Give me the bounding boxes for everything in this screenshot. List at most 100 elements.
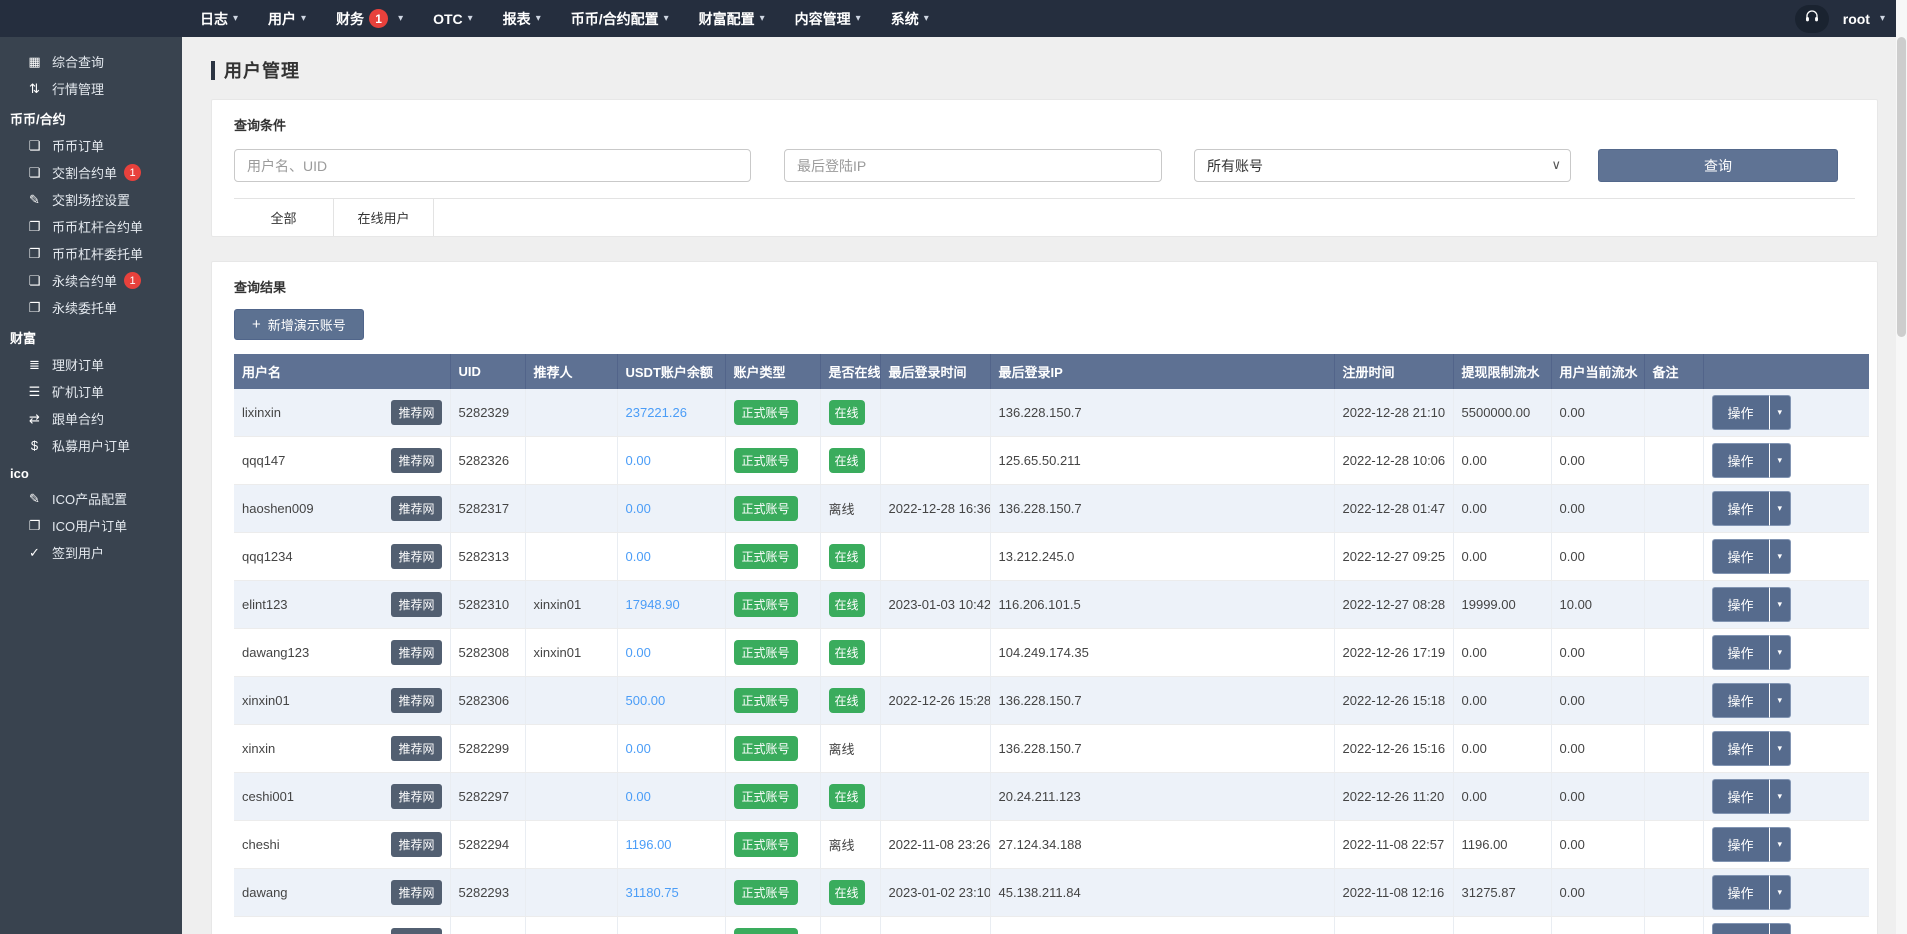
sidebar-item-label: 矿机订单 bbox=[52, 382, 104, 401]
action-button[interactable]: 操作 bbox=[1712, 587, 1769, 622]
balance-link[interactable]: 0.00 bbox=[626, 549, 651, 564]
sidebar-item[interactable]: ❏ 币币订单 bbox=[0, 132, 182, 159]
navbar-item[interactable]: 系统 ▾ bbox=[891, 9, 929, 29]
user-menu[interactable]: root ▾ bbox=[1843, 11, 1885, 27]
query-panel-title: 查询条件 bbox=[234, 115, 1855, 134]
sidebar-item[interactable]: ≣ 理财订单 bbox=[0, 351, 182, 378]
sidebar-item[interactable]: ▦ 综合查询 bbox=[0, 48, 182, 75]
sidebar-item[interactable]: ❏ 交割合约单 1 bbox=[0, 159, 182, 186]
action-button[interactable]: 操作 bbox=[1712, 827, 1769, 862]
action-dropdown-button[interactable]: ▾ bbox=[1769, 587, 1792, 622]
search-button[interactable]: 查询 bbox=[1598, 149, 1838, 182]
action-button[interactable]: 操作 bbox=[1712, 779, 1769, 814]
action-button[interactable]: 操作 bbox=[1712, 683, 1769, 718]
sidebar-item[interactable]: ⇄ 跟单合约 bbox=[0, 405, 182, 432]
sidebar-item[interactable]: $ 私募用户订单 bbox=[0, 432, 182, 459]
balance-link[interactable]: 0.00 bbox=[626, 741, 651, 756]
referral-badge[interactable]: 推荐网 bbox=[391, 688, 441, 713]
action-dropdown-button[interactable]: ▾ bbox=[1769, 875, 1792, 910]
referral-badge[interactable]: 推荐网 bbox=[391, 496, 441, 521]
referral-badge[interactable]: 推荐网 bbox=[391, 400, 441, 425]
action-dropdown-button[interactable]: ▾ bbox=[1769, 443, 1792, 478]
balance-link[interactable]: 1196.00 bbox=[626, 837, 672, 852]
sidebar-item[interactable]: ❐ 永续委托单 bbox=[0, 294, 182, 321]
navbar-item[interactable]: 内容管理 ▾ bbox=[795, 9, 861, 29]
sidebar-item[interactable]: ☰ 矿机订单 bbox=[0, 378, 182, 405]
sidebar-item[interactable]: ❐ 币币杠杆委托单 bbox=[0, 240, 182, 267]
balance-link[interactable]: 500.00 bbox=[626, 693, 666, 708]
action-button[interactable]: 操作 bbox=[1712, 923, 1769, 934]
balance-link[interactable]: 31180.75 bbox=[626, 885, 679, 900]
referral-badge[interactable]: 推荐网 bbox=[391, 736, 441, 761]
scrollbar-thumb[interactable] bbox=[1897, 37, 1906, 337]
uid-cell: 5282326 bbox=[450, 437, 525, 485]
online-status-cell: 离线 bbox=[820, 821, 880, 869]
navbar-item[interactable]: OTC ▾ bbox=[433, 11, 473, 27]
vertical-scrollbar[interactable] bbox=[1896, 0, 1907, 934]
register-time-cell: 2022-12-26 15:16 bbox=[1334, 725, 1453, 773]
remark-cell bbox=[1644, 677, 1703, 725]
balance-link[interactable]: 0.00 bbox=[626, 645, 651, 660]
balance-link[interactable]: 0.00 bbox=[626, 453, 651, 468]
actions-cell: 操作 ▾ bbox=[1703, 629, 1869, 677]
action-button[interactable]: 操作 bbox=[1712, 635, 1769, 670]
navbar-item[interactable]: 财富配置 ▾ bbox=[699, 9, 765, 29]
sidebar-item[interactable]: ⇅ 行情管理 bbox=[0, 75, 182, 102]
action-dropdown-button[interactable]: ▾ bbox=[1769, 827, 1792, 862]
action-dropdown-button[interactable]: ▾ bbox=[1769, 395, 1792, 430]
sidebar-item[interactable]: ❐ ICO用户订单 bbox=[0, 512, 182, 539]
referral-badge[interactable]: 推荐网 bbox=[391, 880, 441, 905]
action-dropdown-button[interactable]: ▾ bbox=[1769, 731, 1792, 766]
referral-badge[interactable]: 推荐网 bbox=[391, 640, 441, 665]
action-dropdown-button[interactable]: ▾ bbox=[1769, 491, 1792, 526]
action-dropdown-button[interactable]: ▾ bbox=[1769, 923, 1792, 934]
add-demo-account-button[interactable]: + 新增演示账号 bbox=[234, 309, 364, 340]
balance-link[interactable]: 237221.26 bbox=[626, 405, 687, 420]
filter-tab[interactable]: 在线用户 bbox=[334, 199, 434, 236]
navbar-item[interactable]: 币币/合约配置 ▾ bbox=[571, 9, 669, 29]
navbar-item[interactable]: 财务 1 ▾ bbox=[336, 9, 403, 29]
chevron-down-icon: ▾ bbox=[1880, 13, 1885, 24]
sidebar-item[interactable]: ❐ 币币杠杆合约单 bbox=[0, 213, 182, 240]
online-status-cell: 在线 bbox=[820, 629, 880, 677]
referral-badge[interactable]: 推荐网 bbox=[391, 784, 441, 809]
action-button[interactable]: 操作 bbox=[1712, 395, 1769, 430]
balance-link[interactable]: 0.00 bbox=[626, 501, 651, 516]
balance-link[interactable]: 17948.90 bbox=[626, 597, 680, 612]
balance-cell: 500.00 bbox=[617, 677, 725, 725]
actions-cell: 操作 ▾ bbox=[1703, 821, 1869, 869]
action-button[interactable]: 操作 bbox=[1712, 731, 1769, 766]
referral-badge[interactable]: 推荐网 bbox=[391, 928, 441, 934]
sidebar-item[interactable]: ❏ 永续合约单 1 bbox=[0, 267, 182, 294]
username-uid-input[interactable] bbox=[234, 149, 751, 182]
account-type-select[interactable]: 所有账号 bbox=[1194, 149, 1571, 182]
sidebar-item[interactable]: ✎ ICO产品配置 bbox=[0, 485, 182, 512]
action-button[interactable]: 操作 bbox=[1712, 875, 1769, 910]
referral-badge[interactable]: 推荐网 bbox=[391, 544, 441, 569]
sidebar-item[interactable]: ✎ 交割场控设置 bbox=[0, 186, 182, 213]
referral-badge[interactable]: 推荐网 bbox=[391, 832, 441, 857]
last-login-ip-input[interactable] bbox=[784, 149, 1162, 182]
withdraw-limit-cell: 0.00 bbox=[1453, 917, 1551, 934]
user-name: root bbox=[1843, 11, 1870, 27]
referral-badge[interactable]: 推荐网 bbox=[391, 592, 441, 617]
action-dropdown-button[interactable]: ▾ bbox=[1769, 779, 1792, 814]
withdraw-limit-cell: 0.00 bbox=[1453, 629, 1551, 677]
action-dropdown-button[interactable]: ▾ bbox=[1769, 539, 1792, 574]
balance-link[interactable]: 0.00 bbox=[626, 789, 651, 804]
navbar-item[interactable]: 报表 ▾ bbox=[503, 9, 541, 29]
support-headset-button[interactable] bbox=[1795, 5, 1829, 33]
navbar-item[interactable]: 用户 ▾ bbox=[268, 9, 306, 29]
action-button[interactable]: 操作 bbox=[1712, 443, 1769, 478]
navbar-item[interactable]: 日志 ▾ bbox=[200, 9, 238, 29]
table-row: xinxin 推荐网 5282299 0.00 正式账号 离线 136.228.… bbox=[234, 725, 1869, 773]
action-button[interactable]: 操作 bbox=[1712, 539, 1769, 574]
table-row: eee666666 推荐网 5282290 eee6666 0.00 正式账号 … bbox=[234, 917, 1869, 934]
action-button[interactable]: 操作 bbox=[1712, 491, 1769, 526]
referral-badge[interactable]: 推荐网 bbox=[391, 448, 441, 473]
sidebar-item[interactable]: ✓ 签到用户 bbox=[0, 539, 182, 566]
action-dropdown-button[interactable]: ▾ bbox=[1769, 635, 1792, 670]
username-cell: qqq147 推荐网 bbox=[234, 437, 450, 485]
action-dropdown-button[interactable]: ▾ bbox=[1769, 683, 1792, 718]
filter-tab[interactable]: 全部 bbox=[234, 199, 334, 236]
